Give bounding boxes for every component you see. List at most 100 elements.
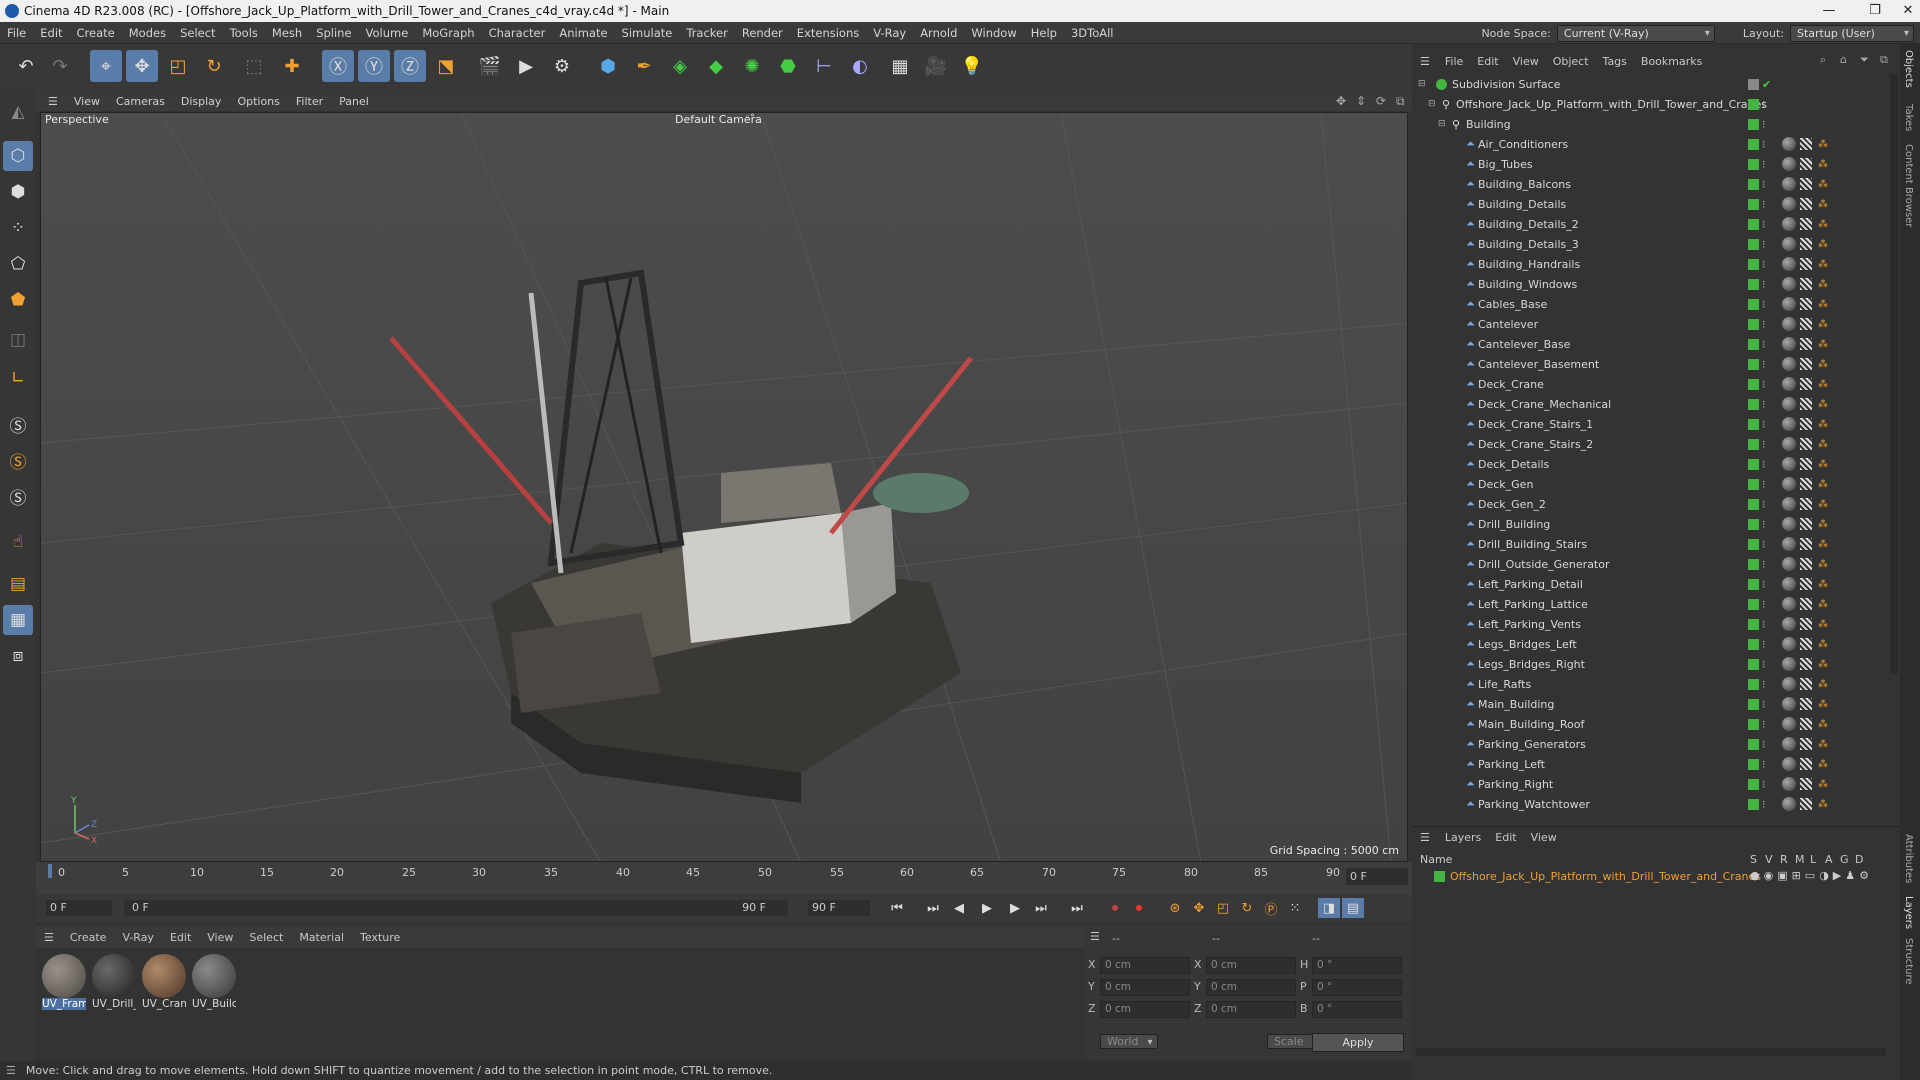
rot-h-field[interactable]: 0 ° <box>1312 957 1402 974</box>
size-z-field[interactable]: 0 cm <box>1206 1001 1296 1018</box>
minimize-button[interactable]: — <box>1806 0 1852 22</box>
uvw-tag-icon[interactable] <box>1800 278 1812 290</box>
uvw-tag-icon[interactable] <box>1800 238 1812 250</box>
material-tag-icon[interactable] <box>1782 637 1796 651</box>
visibility-dots-icon[interactable]: ⁝ <box>1762 498 1766 511</box>
material-tag-icon[interactable] <box>1782 257 1796 271</box>
collapse-icon[interactable]: ⊟ <box>1428 99 1436 109</box>
object-row[interactable]: ⏶ Cantelever_Basement ⁝ ⁂ <box>1412 354 1882 374</box>
visibility-dots-icon[interactable]: ⁝ <box>1762 458 1766 471</box>
menu-volume[interactable]: Volume <box>359 26 416 40</box>
phong-tag-icon[interactable]: ⁂ <box>1818 379 1828 390</box>
tab-structure[interactable]: Structure <box>1903 938 1914 985</box>
material-tag-icon[interactable] <box>1782 357 1796 371</box>
material-tag-icon[interactable] <box>1782 177 1796 191</box>
uvw-tag-icon[interactable] <box>1800 618 1812 630</box>
uvw-tag-icon[interactable] <box>1800 198 1812 210</box>
object-row[interactable]: ⏶ Legs_Bridges_Left ⁝ ⁂ <box>1412 634 1882 654</box>
layout-select[interactable]: Startup (User) <box>1790 24 1914 42</box>
object-row[interactable]: ⏶ Cantelever_Base ⁝ ⁂ <box>1412 334 1882 354</box>
rotate-tool-icon[interactable]: ↻ <box>198 50 230 82</box>
pos-x-field[interactable]: 0 cm <box>1100 957 1190 974</box>
viewport-menu-display[interactable]: Display <box>173 95 230 108</box>
object-row[interactable]: ⏶ Parking_Right ⁝ ⁂ <box>1412 774 1882 794</box>
object-row[interactable]: ⏶ Left_Parking_Vents ⁝ ⁂ <box>1412 614 1882 634</box>
menu-vray[interactable]: V-Ray <box>866 26 913 40</box>
floor-icon[interactable]: ▦ <box>884 50 916 82</box>
visibility-dots-icon[interactable]: ⁝ <box>1762 178 1766 191</box>
object-row[interactable]: ⏶ Parking_Generators ⁝ ⁂ <box>1412 734 1882 754</box>
menu-modes[interactable]: Modes <box>122 26 173 40</box>
phong-tag-icon[interactable]: ⁂ <box>1818 659 1828 670</box>
status-menu-icon[interactable]: ☰ <box>6 1064 16 1077</box>
material-tag-icon[interactable] <box>1782 337 1796 351</box>
object-row[interactable]: ⏶ Building_Balcons ⁝ ⁂ <box>1412 174 1882 194</box>
coords-hamburger-icon[interactable]: ☰ <box>1090 930 1100 943</box>
material-tag-icon[interactable] <box>1782 577 1796 591</box>
visibility-dots-icon[interactable]: ⁝ <box>1762 698 1766 711</box>
x-axis-lock-icon[interactable]: Ⓧ <box>322 50 354 82</box>
phong-tag-icon[interactable]: ⁂ <box>1818 299 1828 310</box>
phong-tag-icon[interactable]: ⁂ <box>1818 799 1828 810</box>
previous-frame-icon[interactable]: ◀ <box>948 898 970 918</box>
visibility-dots-icon[interactable]: ⁝ <box>1762 138 1766 151</box>
points-mode-icon[interactable]: ⁘ <box>3 213 33 243</box>
recent-tool-icon[interactable]: ⬚ <box>238 50 270 82</box>
timeline-playhead[interactable] <box>48 864 52 878</box>
object-menu-edit[interactable]: Edit <box>1470 55 1505 68</box>
object-row[interactable]: ⏶ Deck_Crane_Stairs_1 ⁝ ⁂ <box>1412 414 1882 434</box>
object-row-building[interactable]: ⊟ ⚲ Building ⁝ <box>1412 114 1882 134</box>
visibility-dots-icon[interactable]: ⁝ <box>1762 478 1766 491</box>
viewport-menu-panel[interactable]: Panel <box>331 95 377 108</box>
viewport-menu-filter[interactable]: Filter <box>288 95 331 108</box>
material-tag-icon[interactable] <box>1782 497 1796 511</box>
uvw-tag-icon[interactable] <box>1800 458 1812 470</box>
key-parameter-icon[interactable]: Ⓟ <box>1260 898 1282 918</box>
key-pla-icon[interactable]: ⁙ <box>1284 898 1306 918</box>
material-tag-icon[interactable] <box>1782 457 1796 471</box>
pos-z-field[interactable]: 0 cm <box>1100 1001 1190 1018</box>
uvw-tag-icon[interactable] <box>1800 698 1812 710</box>
uvw-tag-icon[interactable] <box>1800 338 1812 350</box>
viewport-menu-cameras[interactable]: Cameras <box>108 95 173 108</box>
menu-mesh[interactable]: Mesh <box>265 26 309 40</box>
visibility-dots-icon[interactable]: ⁝ <box>1762 418 1766 431</box>
deformer-icon[interactable]: ⬣ <box>772 50 804 82</box>
axis-mode-icon[interactable]: ∟ <box>3 363 33 393</box>
render-settings-icon[interactable]: ⚙ <box>546 50 578 82</box>
phong-tag-icon[interactable]: ⁂ <box>1818 359 1828 370</box>
material-tag-icon[interactable] <box>1782 757 1796 771</box>
object-row[interactable]: ⏶ Life_Rafts ⁝ ⁂ <box>1412 674 1882 694</box>
uvw-tag-icon[interactable] <box>1800 138 1812 150</box>
material-tag-icon[interactable] <box>1782 157 1796 171</box>
undo-icon[interactable]: ↶ <box>10 50 42 82</box>
material-tag-icon[interactable] <box>1782 317 1796 331</box>
visibility-dots-icon[interactable]: ⁝ <box>1762 218 1766 231</box>
visibility-dots-icon[interactable]: ⁝ <box>1762 238 1766 251</box>
key-position-icon[interactable]: ✥ <box>1188 898 1210 918</box>
z-axis-lock-icon[interactable]: Ⓩ <box>394 50 426 82</box>
object-row[interactable]: ⏶ Main_Building_Roof ⁝ ⁂ <box>1412 714 1882 734</box>
viewport-hamburger-icon[interactable]: ☰ <box>40 95 66 108</box>
material-tag-icon[interactable] <box>1782 237 1796 251</box>
material-swatch[interactable]: UV_Drill_ <box>92 954 136 1012</box>
material-menu-material[interactable]: Material <box>291 931 352 944</box>
menu-spline[interactable]: Spline <box>309 26 358 40</box>
layer-toggle-icons[interactable]: ●◉▣⊞▭◑▶♟⚙ <box>1750 869 1873 882</box>
object-row[interactable]: ⏶ Deck_Gen_2 ⁝ ⁂ <box>1412 494 1882 514</box>
visibility-dots-icon[interactable]: ⁝ <box>1762 538 1766 551</box>
layer-hscrollbar[interactable] <box>1416 1048 1886 1056</box>
material-tag-icon[interactable] <box>1782 657 1796 671</box>
visibility-dots-icon[interactable]: ⁝ <box>1762 158 1766 171</box>
phong-tag-icon[interactable]: ⁂ <box>1818 139 1828 150</box>
phong-tag-icon[interactable]: ⁂ <box>1818 179 1828 190</box>
material-tag-icon[interactable] <box>1782 377 1796 391</box>
visibility-dots-icon[interactable]: ⁝ <box>1762 358 1766 371</box>
menu-tracker[interactable]: Tracker <box>679 26 735 40</box>
material-tag-icon[interactable] <box>1782 557 1796 571</box>
workplane-icon[interactable]: ▤ <box>3 569 33 599</box>
extrude-generator-icon[interactable]: ◆ <box>700 50 732 82</box>
object-row[interactable]: ⏶ Deck_Details ⁝ ⁂ <box>1412 454 1882 474</box>
visibility-dots-icon[interactable]: ⁝ <box>1762 778 1766 791</box>
key-scale-icon[interactable]: ◰ <box>1212 898 1234 918</box>
